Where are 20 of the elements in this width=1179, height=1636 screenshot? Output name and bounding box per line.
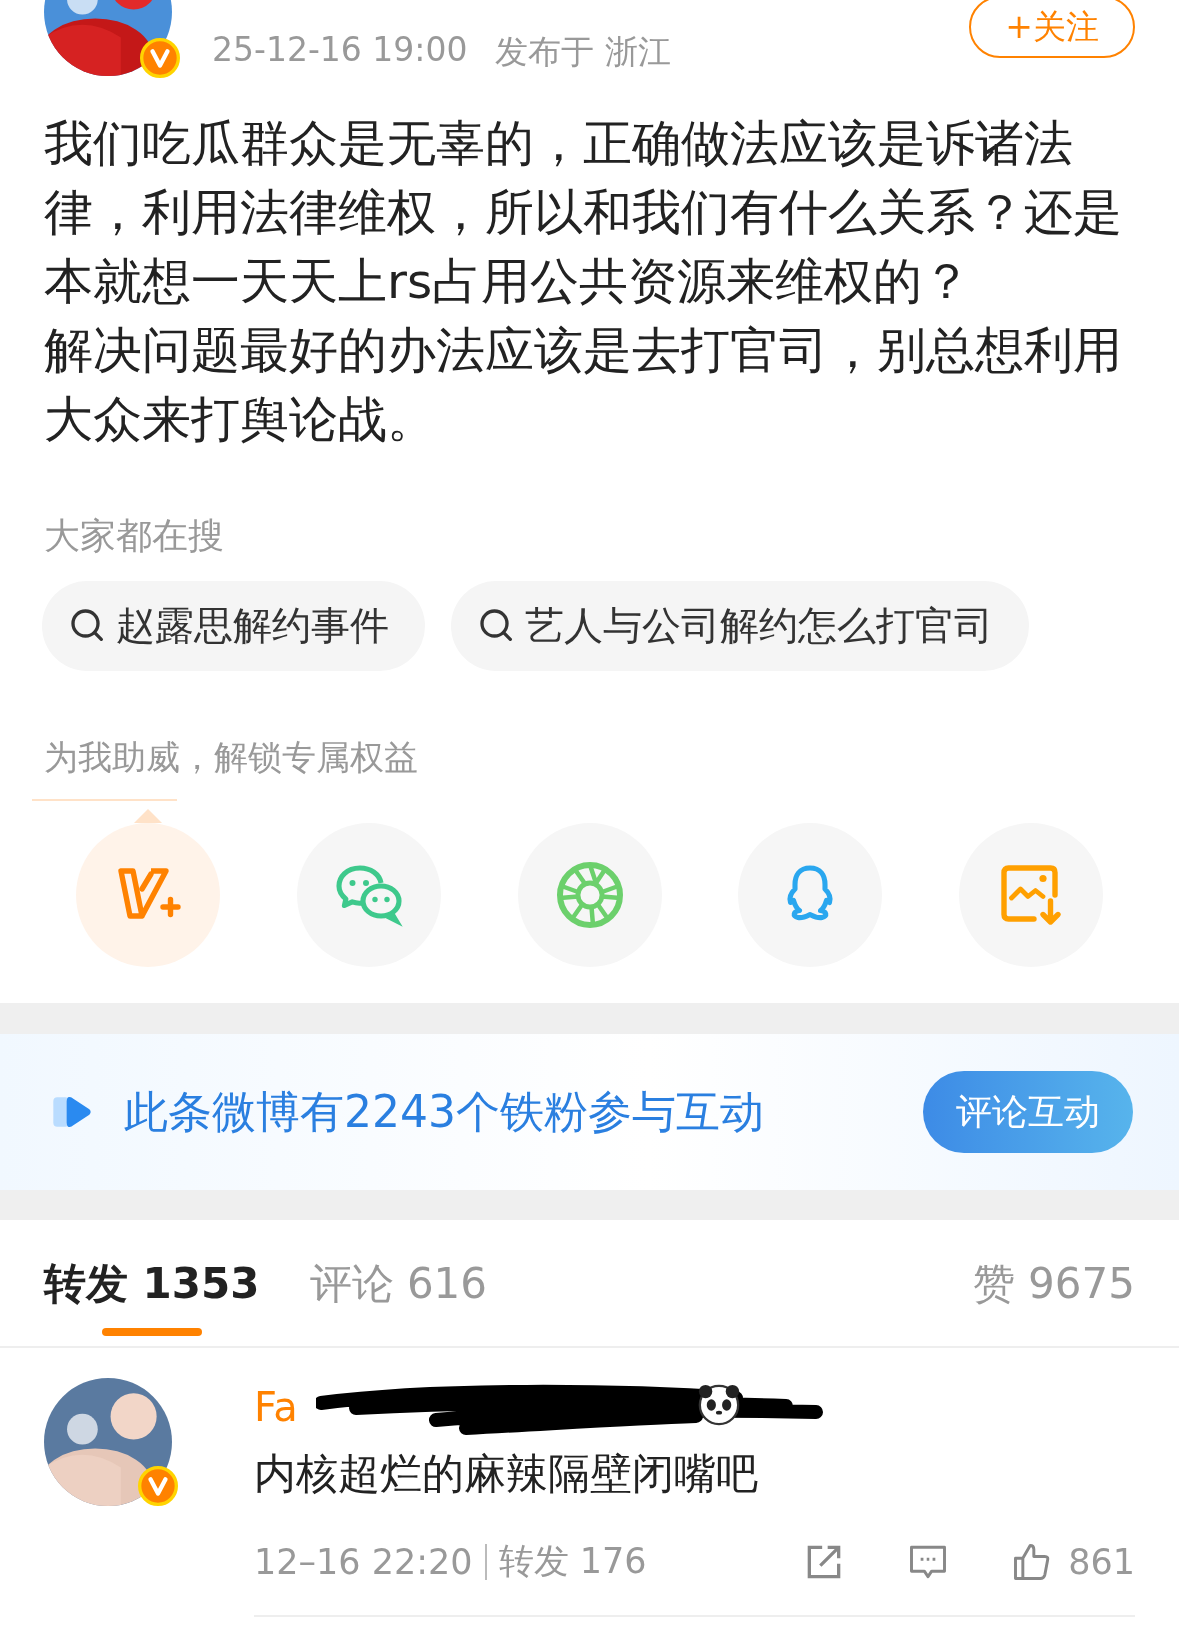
post-location: 发布于 浙江 [495, 31, 671, 73]
section-title: 大家都在搜 [44, 514, 225, 558]
banner-text: 此条微博有2243个铁粉参与互动 [124, 1084, 764, 1139]
commenter-name[interactable]: Fa [254, 1384, 298, 1430]
post-paragraph: 我们吃瓜群众是无辜的，正确做法应该是诉诸法 律，利用法律维权，所以和我们有什么关系？还是 本就想一天天上rs占用公共资源来维权的？ [44, 114, 1123, 311]
tab[interactable]: 转发 1353 [44, 1256, 260, 1336]
panda-icon [696, 1382, 742, 1428]
comment-like-count: 861 [1068, 1541, 1135, 1582]
promo-text: 为我助威，解锁专属权益 [44, 737, 418, 777]
comment-text: 内核超烂的麻辣隔壁闭嘴吧 [254, 1448, 759, 1500]
post-paragraph: 解决问题最好的办法应该是去打官司，别总想利用 大众来打舆论战。 [44, 321, 1123, 449]
repost-count: 转发 176 [498, 1540, 647, 1583]
post-time: 25-12-16 19:00 [212, 30, 468, 71]
comment-button[interactable]: 评论互动 [923, 1071, 1133, 1153]
follow-button[interactable]: +关注 [969, 0, 1135, 58]
search-chip[interactable]: 艺人与公司解约怎么打官司 [451, 581, 1029, 671]
like-count: 赞 9675 [972, 1258, 1135, 1310]
search-chip[interactable]: 赵露思解约事件 [42, 581, 425, 671]
tab[interactable]: 评论 616 [309, 1256, 488, 1336]
comment-time: 12–16 22:20 [254, 1541, 473, 1582]
